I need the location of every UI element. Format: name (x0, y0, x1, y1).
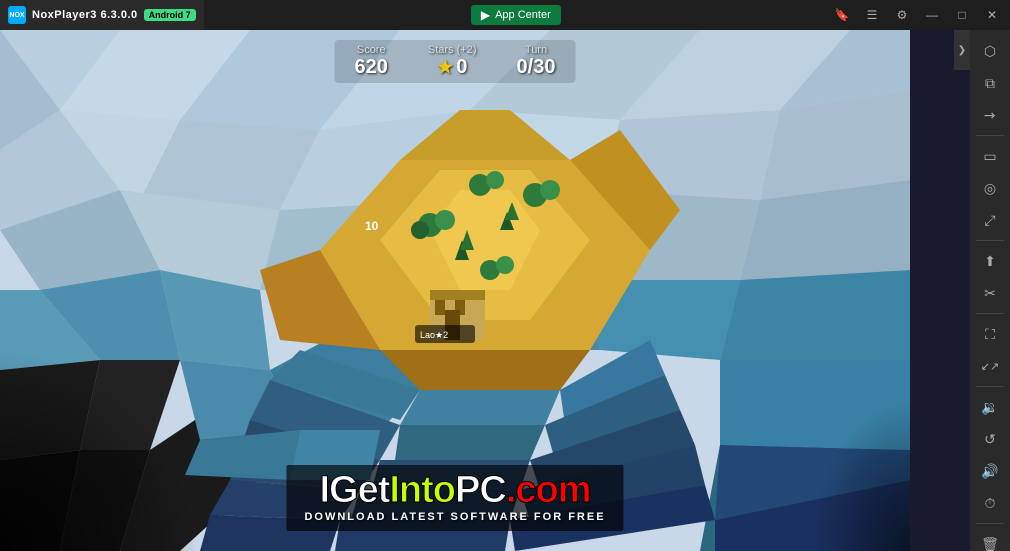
android-badge: Android 7 (144, 9, 196, 21)
watermark-into: Into (389, 469, 455, 511)
app-center-button[interactable]: ▶ App Center (471, 5, 561, 25)
hud-stars: Stars (+2) ★ 0 (428, 44, 477, 79)
sidebar-divider-5 (976, 523, 1004, 524)
sidebar-divider-3 (976, 313, 1004, 314)
fullscreen-icon[interactable]: ⛶ (972, 319, 1008, 349)
external-link-icon[interactable]: ↗ (970, 92, 1010, 139)
star-icon: ★ (437, 57, 453, 78)
watermark-title: IGetIntoPC.com (304, 471, 605, 509)
score-value: 620 (355, 56, 388, 79)
rotate-icon[interactable]: ↺ (972, 424, 1008, 454)
hud-turn: Turn 0/30 (517, 44, 556, 79)
location-icon[interactable]: ◎ (972, 173, 1008, 203)
watermark-box: IGetIntoPC.com Download Latest Software … (286, 465, 623, 531)
menu-button[interactable]: ☰ (858, 4, 886, 26)
play-icon: ▶ (481, 8, 490, 22)
import-icon[interactable]: ⬆ (972, 246, 1008, 276)
sidebar-divider-2 (976, 240, 1004, 241)
hud-score: Score 620 (355, 44, 388, 79)
volume-up-icon[interactable]: 🔊 (972, 456, 1008, 486)
nox-logo-text: nox (9, 12, 24, 19)
close-button[interactable]: ✕ (978, 4, 1006, 26)
expand-icon[interactable]: ⤢ (972, 205, 1008, 235)
watermark-pc: PC (455, 469, 506, 511)
watermark-subtitle: Download Latest Software for Free (304, 511, 605, 523)
main-content: 10 Lao★2 Score 620 Stars (+2) ★ 0 Turn 0… (0, 30, 910, 551)
sidebar-collapse-button[interactable]: ❯ (954, 30, 970, 70)
watermark-iget: IGet (319, 469, 389, 511)
scissors-icon[interactable]: ✂ (972, 278, 1008, 308)
score-label: Score (357, 44, 386, 56)
chevron-right-icon: ❯ (958, 45, 966, 56)
turn-value: 0/30 (517, 56, 556, 79)
window-controls: 🔖 ☰ ⚙ — □ ✕ (828, 4, 1010, 26)
volume-down-icon[interactable]: 🔉 (972, 392, 1008, 422)
maximize-button[interactable]: □ (948, 4, 976, 26)
sidebar-divider-4 (976, 386, 1004, 387)
watermark: IGetIntoPC.com Download Latest Software … (286, 465, 623, 531)
title-bar: nox NoxPlayer3 6.3.0.0 Android 7 ▶ App C… (0, 0, 1010, 30)
stars-value: ★ 0 (437, 56, 467, 79)
game-hud: Score 620 Stars (+2) ★ 0 Turn 0/30 (335, 40, 576, 83)
stars-count: 0 (456, 56, 467, 79)
app-center-label: App Center (495, 9, 551, 21)
settings-button[interactable]: ⚙ (888, 4, 916, 26)
watermark-dotcom: .com (506, 469, 591, 511)
right-sidebar: ⬡ ⧉ ↗ ▭ ◎ ⤢ ⬆ ✂ ⛶ ↙↗ 🔉 ↺ 🔊 ⏱ 🗑 🎬 ••• ↩ ⚙… (970, 30, 1010, 551)
nox-logo-icon: nox (8, 6, 26, 24)
svg-text:Lao★2: Lao★2 (420, 330, 448, 340)
clock-icon[interactable]: ⏱ (972, 488, 1008, 518)
svg-text:10: 10 (365, 219, 379, 233)
game-view: 10 Lao★2 Score 620 Stars (+2) ★ 0 Turn 0… (0, 30, 910, 551)
turn-label: Turn (525, 44, 547, 56)
minimize-button[interactable]: — (918, 4, 946, 26)
screen-icon[interactable]: ▭ (972, 141, 1008, 171)
cursor-icon[interactable]: ⬡ (972, 36, 1008, 66)
bookmark-button[interactable]: 🔖 (828, 4, 856, 26)
trash-icon[interactable]: 🗑 (972, 529, 1008, 551)
shrink-icon[interactable]: ↙↗ (972, 351, 1008, 381)
title-bar-center: ▶ App Center (204, 5, 828, 25)
nox-logo: nox NoxPlayer3 6.3.0.0 Android 7 (0, 0, 204, 30)
app-name: NoxPlayer3 6.3.0.0 (32, 9, 138, 21)
stars-label: Stars (+2) (428, 44, 477, 56)
